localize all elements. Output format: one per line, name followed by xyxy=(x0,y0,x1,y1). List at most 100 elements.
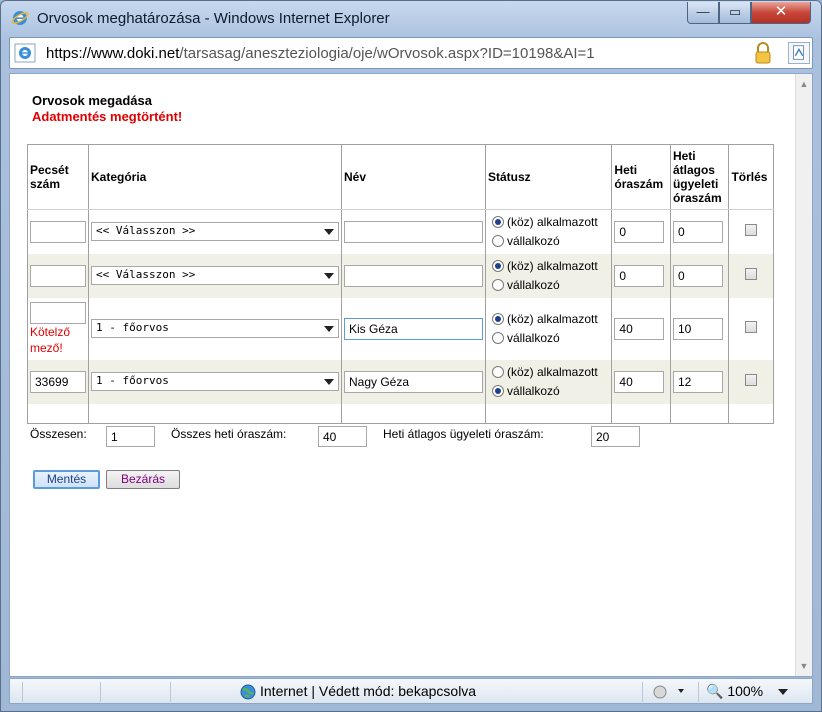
torles-checkbox[interactable] xyxy=(745,321,758,333)
window-title: Orvosok meghatározása - Windows Internet… xyxy=(37,10,390,27)
status-vallalkozo-radio[interactable]: vállalkozó xyxy=(488,276,609,295)
radio-icon xyxy=(492,234,504,247)
table-row: Kötelző mező! 1 - főorvos (köz) alkalmaz… xyxy=(27,297,774,360)
radio-icon xyxy=(492,331,504,344)
atlagos-ugyeleti-input[interactable] xyxy=(591,426,640,447)
pecset-input[interactable] xyxy=(30,370,86,393)
internet-explorer-icon xyxy=(11,11,29,25)
page-icon xyxy=(14,43,36,63)
header-kategoria: Kategória xyxy=(88,144,342,210)
close-button[interactable]: Bezárás xyxy=(106,470,180,489)
radio-label: vállalkozó xyxy=(507,330,560,345)
kategoria-value: << Válasszon >> xyxy=(96,224,196,238)
heti-input[interactable] xyxy=(614,264,665,287)
chevron-down-icon xyxy=(324,229,334,236)
header-pecset: Pecsét szám xyxy=(27,144,89,210)
heti-input[interactable] xyxy=(614,220,665,243)
maximize-button[interactable]: ▭ xyxy=(719,2,751,24)
heti-input[interactable] xyxy=(614,370,665,393)
ugyeleti-input[interactable] xyxy=(672,370,723,393)
address-bar[interactable]: https://www.doki.net/tarsasag/anesztezio… xyxy=(9,37,813,69)
zoom-level[interactable]: 🔍 100% xyxy=(706,683,763,700)
table-header-row: Pecsét szám Kategória Név Státusz Heti ó… xyxy=(27,144,774,210)
radio-label: (köz) alkalmazott xyxy=(507,364,598,379)
nev-input[interactable] xyxy=(344,370,483,393)
nev-input[interactable] xyxy=(344,317,483,340)
ugyeleti-input[interactable] xyxy=(672,264,723,287)
table-row: << Válasszon >> (köz) alkalmazott vállal… xyxy=(27,253,774,298)
osszesen-input[interactable] xyxy=(106,426,155,447)
kategoria-select[interactable]: 1 - főorvos xyxy=(91,319,339,338)
minimize-button[interactable]: — xyxy=(687,2,719,24)
protected-mode-icon[interactable] xyxy=(650,683,688,701)
header-ugyeleti: Heti átlagos ügyeleti óraszám xyxy=(670,144,730,210)
globe-icon xyxy=(240,684,256,700)
required-field-message: Kötelző mező! xyxy=(30,324,71,355)
ugyeleti-input[interactable] xyxy=(672,220,723,243)
table-empty-row xyxy=(27,403,774,424)
header-torles: Törlés xyxy=(728,144,774,210)
radio-label: (köz) alkalmazott xyxy=(507,258,598,273)
page-content: Orvosok megadása Adatmentés megtörtént! … xyxy=(9,73,813,677)
chevron-down-icon xyxy=(324,326,334,332)
url-path: /tarsasag/aneszteziologia/oje/wOrvosok.a… xyxy=(179,45,595,62)
radio-label: vállalkozó xyxy=(507,233,560,248)
radio-icon xyxy=(492,312,504,325)
radio-icon xyxy=(492,365,504,378)
radio-icon xyxy=(492,215,504,228)
compatibility-view-icon[interactable] xyxy=(788,42,810,64)
radio-icon xyxy=(492,278,504,291)
status-vallalkozo-radio[interactable]: vállalkozó xyxy=(488,329,609,348)
heti-input[interactable] xyxy=(614,317,665,340)
status-vallalkozo-radio[interactable]: vállalkozó xyxy=(488,232,609,251)
radio-label: vállalkozó xyxy=(507,277,560,292)
nev-input[interactable] xyxy=(344,264,483,287)
pecset-input[interactable] xyxy=(30,301,86,324)
page-title: Orvosok megadása xyxy=(32,93,152,108)
status-alkalmazott-radio[interactable]: (köz) alkalmazott xyxy=(488,213,609,232)
lock-icon[interactable] xyxy=(754,42,772,64)
radio-label: vállalkozó xyxy=(507,383,560,398)
scroll-up-icon[interactable]: ▲ xyxy=(796,76,812,92)
zoom-icon: 🔍 xyxy=(706,683,724,699)
url-host: https://www.doki.net xyxy=(46,45,180,62)
status-alkalmazott-radio[interactable]: (köz) alkalmazott xyxy=(488,257,609,276)
osszes-heti-input[interactable] xyxy=(318,426,367,447)
kategoria-value: 1 - főorvos xyxy=(96,321,169,334)
status-separator xyxy=(170,682,171,702)
torles-checkbox[interactable] xyxy=(745,374,758,386)
kategoria-select[interactable]: << Válasszon >> xyxy=(91,222,339,242)
kategoria-select[interactable]: 1 - főorvos xyxy=(91,372,339,391)
scroll-down-icon[interactable]: ▼ xyxy=(796,658,812,674)
url-text[interactable]: https://www.doki.net/tarsasag/anesztezio… xyxy=(46,45,595,62)
status-separator xyxy=(22,682,23,702)
torles-checkbox[interactable] xyxy=(745,224,758,237)
kategoria-value: << Válasszon >> xyxy=(96,268,196,281)
status-separator xyxy=(698,682,699,702)
kategoria-select[interactable]: << Válasszon >> xyxy=(91,266,339,285)
pecset-input[interactable] xyxy=(30,220,86,243)
nev-input[interactable] xyxy=(344,220,483,243)
browser-window: Orvosok meghatározása - Windows Internet… xyxy=(0,0,822,712)
vertical-scrollbar[interactable]: ▲ ▼ xyxy=(795,74,812,676)
chevron-down-icon[interactable] xyxy=(778,689,788,695)
kategoria-value: 1 - főorvos xyxy=(96,374,169,387)
status-bar: Internet | Védett mód: bekapcsolva 🔍 100… xyxy=(9,678,813,704)
radio-icon xyxy=(492,259,504,272)
save-button[interactable]: Mentés xyxy=(33,470,100,489)
pecset-input[interactable] xyxy=(30,264,86,287)
close-window-button[interactable]: ✕ xyxy=(751,2,811,24)
radio-label: (köz) alkalmazott xyxy=(507,311,598,326)
status-alkalmazott-radio[interactable]: (köz) alkalmazott xyxy=(488,310,609,329)
status-separator xyxy=(100,682,101,702)
status-alkalmazott-radio[interactable]: (köz) alkalmazott xyxy=(488,363,609,382)
header-nev: Név xyxy=(341,144,486,210)
status-vallalkozo-radio[interactable]: vállalkozó xyxy=(488,382,609,401)
ugyeleti-input[interactable] xyxy=(672,317,723,340)
radio-icon xyxy=(492,384,504,397)
security-zone-text[interactable]: Internet | Védett mód: bekapcsolva xyxy=(260,683,476,699)
chevron-down-icon xyxy=(324,273,334,279)
torles-checkbox[interactable] xyxy=(745,268,758,280)
table-row: << Válasszon >> (köz) alkalmazott vállal… xyxy=(27,209,774,254)
saved-message: Adatmentés megtörtént! xyxy=(32,109,183,124)
